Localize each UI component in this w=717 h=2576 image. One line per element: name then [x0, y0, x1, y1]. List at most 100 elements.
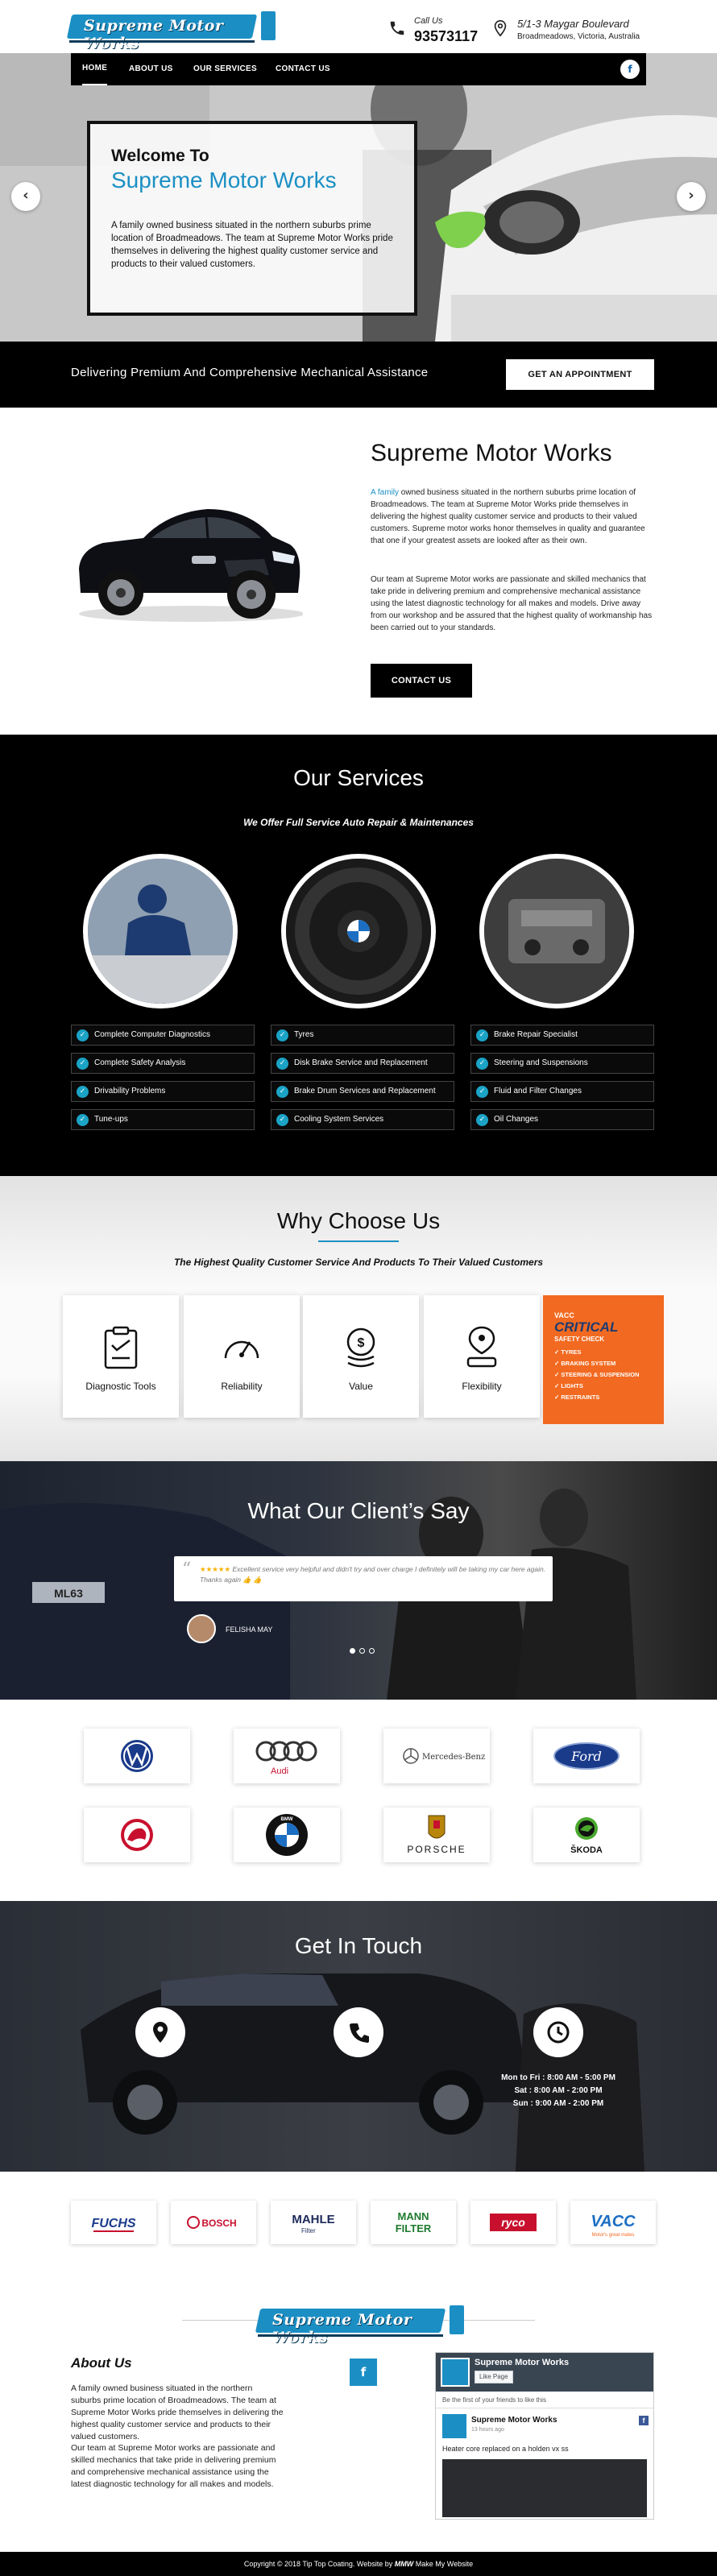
footer-facebook-icon[interactable]: f: [350, 2359, 377, 2386]
brand-volkswagen[interactable]: [84, 1729, 190, 1783]
why-card-label: Diagnostic Tools: [85, 1381, 156, 1392]
logo-underline: [69, 40, 255, 43]
why-card-label: Reliability: [221, 1381, 263, 1392]
get-in-touch-section: Get In Touch Mon to Fri : 8:00 AM - 5:00…: [0, 1901, 717, 2172]
brand-skoda[interactable]: ŠKODA: [533, 1808, 640, 1862]
client-avatar: [187, 1614, 216, 1643]
service-item: ✓ Tune-ups: [71, 1109, 255, 1130]
mmw-logo[interactable]: MMW: [395, 2560, 414, 2568]
service-item-label: Oil Changes: [494, 1115, 539, 1124]
fb-post-text: Heater core replaced on a holden vx ss: [442, 2445, 569, 2453]
nav-about-us[interactable]: ABOUT US: [129, 53, 173, 85]
nav-home[interactable]: HOME: [82, 53, 108, 85]
car-image: [79, 509, 303, 622]
about-lead: A family: [371, 488, 400, 497]
vacc-check-item: ✓ LIGHTS: [554, 1382, 583, 1389]
site-header: Supreme Motor Works Call Us 93573117 5/1…: [0, 0, 717, 53]
hero-welcome: Welcome To: [111, 147, 209, 165]
service-item-label: Complete Safety Analysis: [94, 1058, 186, 1067]
footer-logo-badge: [450, 2305, 464, 2334]
volkswagen-logo-icon: [121, 1740, 153, 1772]
brand-bmw[interactable]: BMW: [234, 1808, 340, 1862]
main-nav: HOME ABOUT US OUR SERVICES CONTACT US f: [0, 53, 717, 85]
ford-wordmark: Ford: [570, 1749, 602, 1764]
hours-circle[interactable]: [533, 2007, 583, 2057]
site-logo[interactable]: Supreme Motor Works: [66, 8, 280, 52]
nav-contact-us[interactable]: CONTACT US: [276, 53, 330, 85]
holden-logo-icon: [121, 1819, 153, 1851]
partner-vacc[interactable]: VACC Motor's great mates: [570, 2201, 656, 2244]
testimonial-card: “ ★★★★★ Excellent service very helpful a…: [174, 1556, 553, 1601]
audi-logo-icon: Audi: [255, 1741, 317, 1776]
service-item-label: Steering and Suspensions: [494, 1058, 588, 1067]
why-card-reliability: Reliability: [184, 1295, 300, 1418]
fb-page-avatar: [441, 2358, 470, 2387]
phone-number[interactable]: 93573117: [414, 28, 478, 45]
carousel-dot-2[interactable]: [359, 1648, 365, 1654]
facebook-page-widget: Supreme Motor Works Like Page Be the fir…: [435, 2352, 654, 2520]
slider-prev-button[interactable]: ‹: [11, 182, 40, 211]
hero-welcome-box: Welcome To Supreme Motor Works A family …: [87, 121, 417, 316]
check-icon: ✓: [77, 1058, 89, 1070]
brand-mercedes-benz[interactable]: Mercedes-Benz: [383, 1729, 490, 1783]
car-location-icon: [466, 1326, 497, 1368]
facebook-icon[interactable]: f: [620, 60, 640, 79]
carousel-dot-3[interactable]: [369, 1648, 375, 1654]
partner-fuchs[interactable]: FUCHS: [71, 2201, 156, 2244]
check-icon: ✓: [77, 1086, 89, 1098]
testimonials-section: ML63 What Our Client’s Say “ ★★★★★ Excel…: [0, 1461, 717, 1700]
partners-section: FUCHS BOSCH MAHLE Filter MANN FILTER ryco …: [0, 2172, 717, 2284]
phone-circle[interactable]: [334, 2007, 383, 2057]
vacc-logo-icon: VACC Motor's great mates: [591, 2213, 636, 2238]
get-appointment-button[interactable]: GET AN APPOINTMENT: [506, 359, 654, 390]
vacc-check-item: ✓ TYRES: [554, 1348, 582, 1356]
service-item-label: Complete Computer Diagnostics: [94, 1030, 210, 1039]
mercedes-wordmark: Mercedes-Benz: [422, 1753, 485, 1762]
phone-icon: [350, 2023, 369, 2043]
maker-text[interactable]: Make My Website: [416, 2560, 473, 2568]
brand-audi[interactable]: Audi: [234, 1729, 340, 1783]
check-icon: ✓: [476, 1058, 488, 1070]
clock-icon: [547, 2021, 570, 2044]
contact-us-button[interactable]: CONTACT US: [371, 664, 472, 698]
service-item: ✓ Oil Changes: [470, 1109, 654, 1130]
footer-logo[interactable]: Supreme Motor Works: [255, 2302, 469, 2346]
vacc-critical-safety-check-badge: VACC CRITICAL SAFETY CHECK ✓ TYRES ✓ BRAK…: [543, 1295, 664, 1424]
fb-page-name[interactable]: Supreme Motor Works: [475, 2358, 569, 2367]
testimonial-text: ★★★★★ Excellent service very helpful and…: [200, 1564, 546, 1585]
why-card-diagnostic-tools: Diagnostic Tools: [63, 1295, 179, 1418]
address-circle[interactable]: [135, 2007, 185, 2057]
check-icon: ✓: [276, 1058, 288, 1070]
nav-our-services[interactable]: OUR SERVICES: [193, 53, 257, 85]
partner-ryco[interactable]: ryco: [470, 2201, 556, 2244]
check-icon: ✓: [276, 1114, 288, 1126]
client-name: FELISHA MAY: [226, 1626, 273, 1634]
porsche-wordmark: PORSCHE: [407, 1844, 466, 1855]
address-line-1: 5/1-3 Maygar Boulevard: [517, 18, 629, 30]
check-icon: ✓: [77, 1114, 89, 1126]
service-item-label: Tyres: [294, 1030, 314, 1039]
mahle-logo-icon: MAHLEFilter: [292, 2213, 334, 2234]
carousel-dot-1[interactable]: [350, 1648, 355, 1654]
hours-sunday: Sun : 9:00 AM - 2:00 PM: [512, 2099, 604, 2108]
vacc-label: VACC: [554, 1311, 574, 1319]
fb-post-author[interactable]: Supreme Motor Works: [471, 2416, 557, 2425]
fb-like-page-button[interactable]: Like Page: [475, 2371, 513, 2383]
brand-holden[interactable]: [84, 1808, 190, 1862]
footer-logo-underline: [258, 2334, 443, 2337]
partner-bosch[interactable]: BOSCH: [171, 2201, 256, 2244]
brand-porsche[interactable]: PORSCHE: [383, 1808, 490, 1862]
mann-filter-logo-icon: MANNFILTER: [396, 2210, 432, 2234]
hero-brand: Supreme Motor Works: [111, 168, 337, 193]
why-card-label: Value: [349, 1381, 373, 1392]
footer-logo-text: Supreme Motor Works: [272, 2311, 412, 2346]
ryco-logo-icon: ryco: [490, 2214, 537, 2231]
brand-ford[interactable]: Ford: [533, 1729, 640, 1783]
partner-mann-filter[interactable]: MANN FILTER: [371, 2201, 456, 2244]
vacc-check-item: ✓ STEERING & SUSPENSION: [554, 1371, 640, 1378]
slider-next-button[interactable]: ›: [677, 182, 706, 211]
car-brands-section: Audi Mercedes-Benz Ford BMW PORSCHE ŠKOD…: [0, 1700, 717, 1901]
partner-mahle[interactable]: MAHLE Filter: [271, 2201, 356, 2244]
phone-icon: [390, 21, 404, 35]
why-card-flexibility: Flexibility: [424, 1295, 540, 1418]
